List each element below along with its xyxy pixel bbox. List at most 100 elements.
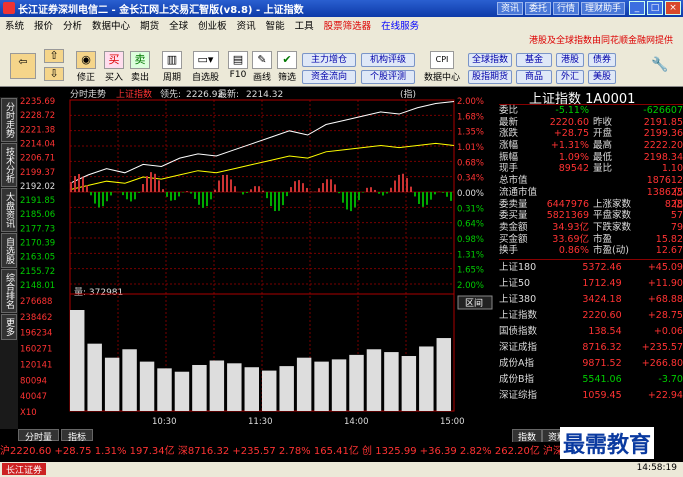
panel-row: 买金额 33.69亿 市盈 15.82: [499, 234, 683, 246]
menu-system[interactable]: 系统: [0, 18, 29, 32]
close-icon[interactable]: ×: [665, 1, 681, 15]
advance-bar: [374, 189, 376, 192]
trade-button[interactable]: 委托: [524, 2, 551, 15]
index-row[interactable]: 上证指数 2220.60 +28.75: [499, 308, 683, 324]
advance-bar: [242, 192, 244, 195]
data-center-label: 数据中心: [424, 73, 461, 83]
down-button[interactable]: ⇩: [44, 67, 64, 82]
fund-button[interactable]: 基金: [516, 53, 552, 67]
index-row[interactable]: 深证综指 1059.45 +22.94: [499, 388, 683, 404]
menu-stock-screener[interactable]: 股票筛选器: [319, 18, 377, 32]
buy-button[interactable]: 买买入: [104, 51, 124, 83]
index-row[interactable]: 成份B指 5541.06 -3.70: [499, 372, 683, 388]
menu-tools[interactable]: 工具: [290, 18, 319, 32]
index-row[interactable]: 深证成指 8716.32 +235.57: [499, 340, 683, 356]
volume-tick: 40047: [20, 392, 47, 402]
bond-button[interactable]: 债券: [588, 53, 616, 67]
filter-icon: ✔: [277, 51, 297, 69]
stock-review-button[interactable]: 个股评测: [361, 70, 415, 84]
data-center-button[interactable]: CPI 数据中心: [424, 51, 460, 83]
index-row[interactable]: 国债指数 138.54 +0.06: [499, 324, 683, 340]
watchlist-label: 自选股: [192, 73, 220, 83]
panel-value2: 15.82: [655, 233, 683, 245]
advance-bar: [162, 189, 164, 192]
sell-button[interactable]: 卖卖出: [130, 51, 150, 83]
tab-indicator[interactable]: 指标: [61, 429, 94, 443]
pct-tick: 1.65%: [457, 266, 484, 276]
advance-bar: [378, 192, 380, 194]
quote-button[interactable]: 行情: [552, 2, 579, 15]
watchlist-button[interactable]: ▭▾ 自选股: [192, 51, 219, 83]
intraday-chart[interactable]: 分时走势 上证指数 领先: 2226.92 最新: 2214.32 (指) 量:…: [18, 88, 498, 429]
tab-more[interactable]: 更多: [1, 314, 17, 340]
panel-value: +1.31%: [550, 140, 589, 152]
index-change: +22.94: [647, 389, 683, 401]
tab-ranking[interactable]: 综合排名: [1, 269, 17, 313]
index-row[interactable]: 成份A指 9871.52 +266.80: [499, 356, 683, 372]
menu-online-service[interactable]: 在线服务: [376, 18, 424, 32]
panel-key: 卖金额: [499, 221, 528, 233]
index-row[interactable]: 上证180 5372.46 +45.09: [499, 260, 683, 276]
volume-bar: [227, 363, 242, 411]
minimize-icon[interactable]: _: [629, 1, 645, 15]
volume-bar: [139, 361, 155, 411]
advance-bar: [98, 192, 100, 208]
interval-button[interactable]: 区间: [465, 297, 483, 309]
panel-key: 最新: [499, 116, 519, 128]
us-stock-button[interactable]: 美股: [588, 70, 616, 84]
advance-bar: [442, 192, 444, 193]
advance-bar: [126, 192, 128, 200]
tab-intraday[interactable]: 分时走势: [1, 98, 17, 142]
menu-quotes[interactable]: 报价: [29, 18, 58, 32]
advance-bar: [134, 192, 136, 200]
main-inflow-button[interactable]: 主力增仓: [302, 53, 356, 67]
correct-button[interactable]: ◉ 修正: [76, 51, 96, 83]
finance-assistant-button[interactable]: 理财助手: [580, 2, 625, 15]
tab-market-news[interactable]: 大盘资讯: [1, 188, 17, 232]
f10-button[interactable]: ▤ F10: [228, 51, 248, 80]
global-index-button[interactable]: 全球指数: [468, 53, 512, 67]
advance-bar: [430, 192, 432, 200]
up-button[interactable]: ⇧: [44, 49, 64, 64]
menu-smart[interactable]: 智能: [261, 18, 290, 32]
menu-news[interactable]: 资讯: [232, 18, 261, 32]
panel-key: 委买量: [499, 210, 528, 222]
index-row[interactable]: 上证380 3424.18 +68.88: [499, 292, 683, 308]
panel-row: 委比 -5.11% -626607: [499, 105, 683, 117]
back-button[interactable]: ⇦: [10, 53, 36, 80]
index-futures-button[interactable]: 股指期货: [468, 70, 512, 84]
panel-value: [544, 187, 589, 199]
forex-button[interactable]: 外汇: [556, 70, 584, 84]
index-value: 5372.46: [582, 261, 622, 273]
volume-tick: 160271: [20, 345, 52, 355]
news-button[interactable]: 资讯: [496, 2, 523, 15]
draw-line-button[interactable]: ✎ 画线: [252, 51, 272, 83]
tab-watchlist[interactable]: 自选股: [1, 233, 17, 268]
settings-button[interactable]: 🔧: [650, 57, 670, 76]
pct-tick: 0.34%: [457, 174, 484, 184]
advance-bar: [214, 189, 216, 192]
menu-gem[interactable]: 创业板: [193, 18, 232, 32]
menu-analysis[interactable]: 分析: [58, 18, 87, 32]
advance-bar: [110, 192, 112, 196]
menu-global[interactable]: 全球: [164, 18, 193, 32]
index-row[interactable]: 上证50 1712.49 +11.90: [499, 276, 683, 292]
menu-futures[interactable]: 期货: [135, 18, 164, 32]
advance-bar: [338, 192, 340, 194]
institution-rating-button[interactable]: 机构评级: [361, 53, 415, 67]
commodity-button[interactable]: 商品: [516, 70, 552, 84]
hk-stock-button[interactable]: 港股: [556, 53, 584, 67]
taskbar-app-button[interactable]: 长江证券: [2, 463, 47, 476]
tab-volume[interactable]: 分时量: [18, 429, 60, 443]
panel-row: 现手 89542 量比 1.10: [499, 163, 683, 175]
menu-data-center[interactable]: 数据中心: [87, 18, 135, 32]
advance-bar: [106, 192, 108, 202]
tab-technical[interactable]: 技术分析: [1, 143, 17, 187]
maximize-icon[interactable]: □: [647, 1, 663, 15]
price-tick: 2221.38: [20, 125, 55, 135]
volume-bar: [419, 346, 434, 411]
period-button[interactable]: ▥ 周期: [162, 51, 182, 83]
capital-flow-button[interactable]: 资金流向: [302, 70, 356, 84]
filter-button[interactable]: ✔ 筛选: [277, 51, 297, 83]
volume-bar: [331, 359, 347, 411]
